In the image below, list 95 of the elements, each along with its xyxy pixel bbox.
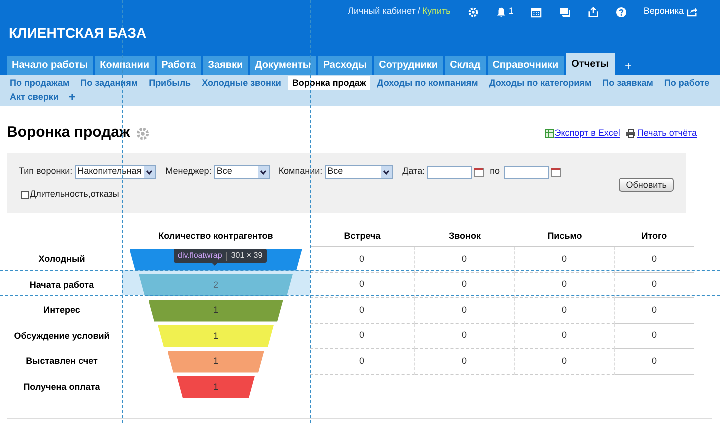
funnel-segment: 1 <box>168 350 264 373</box>
table-cell-text: 0 <box>652 329 657 342</box>
stage-label: Холодный <box>38 253 86 266</box>
table-cell-text: 0 <box>359 278 364 291</box>
table-cell-text: 0 <box>652 304 657 316</box>
nav-tab[interactable]: Расходы <box>318 56 372 75</box>
column-header: Звонок <box>449 231 481 241</box>
report-tab[interactable]: Доходы по компаниям <box>373 76 482 90</box>
column-header: Итого <box>642 231 668 241</box>
app-title: КЛИЕНТСКАЯ БАЗА <box>8 24 148 43</box>
table-cell-text: 0 <box>359 354 364 368</box>
printer-icon <box>626 129 636 138</box>
link-separator: / <box>418 5 420 18</box>
funnel-segment: 1 <box>148 300 284 322</box>
table-cell-text: 0 <box>359 329 364 342</box>
table-cell-text: 0 <box>462 278 467 291</box>
report-tab[interactable]: По работе <box>660 76 714 90</box>
nav-tab[interactable]: Склад <box>445 56 486 75</box>
funnel-type-select[interactable]: Накопительная <box>74 165 156 179</box>
table-cell-text: 0 <box>462 252 467 266</box>
stage-label: Обсуждение условий <box>14 330 110 343</box>
table-cell-text: 0 <box>359 252 364 266</box>
filter-label: Менеджер: <box>166 165 212 178</box>
logout-icon[interactable] <box>687 7 698 17</box>
refresh-button[interactable]: Обновить <box>619 178 674 192</box>
report-tab[interactable]: Доходы по категориям <box>485 76 596 90</box>
filter-label: по <box>490 165 500 178</box>
table-cell-text: 0 <box>652 252 657 266</box>
dropdown-icon <box>144 166 155 178</box>
column-header: Количество контрагентов <box>158 231 274 241</box>
funnel-segment: 2 <box>139 274 293 296</box>
companies-select[interactable]: Все <box>324 165 393 179</box>
nav-tab[interactable]: Сотрудники <box>374 56 444 75</box>
user-name[interactable]: Вероника <box>644 5 684 19</box>
chat-icon[interactable] <box>558 6 571 18</box>
checkbox[interactable] <box>21 190 29 199</box>
export-link[interactable]: Экспорт в Excel <box>554 126 620 140</box>
stage-label: Получена оплата <box>24 380 100 394</box>
account-link[interactable]: Личный кабинет <box>348 5 416 19</box>
table-cell-text: 0 <box>652 278 657 291</box>
table-cell-text: 0 <box>462 329 467 342</box>
report-tab[interactable]: Воронка продаж <box>288 76 370 90</box>
table-cell-text: 0 <box>562 354 567 368</box>
report-tab[interactable]: Акт сверки <box>6 90 63 104</box>
report-tab[interactable]: Холодные звонки <box>198 76 286 90</box>
stage-label: Выставлен счет <box>26 355 98 368</box>
nav-tab[interactable]: Справочники <box>488 56 564 75</box>
add-report-button[interactable]: + <box>66 90 79 104</box>
table-cell-text: 0 <box>562 329 567 342</box>
buy-link[interactable]: Купить <box>422 5 451 19</box>
print-link[interactable]: Печать отчёта <box>637 126 697 140</box>
column-header: Письмо <box>548 231 582 241</box>
nav-tab[interactable]: Документы <box>250 56 316 75</box>
date-to-field[interactable] <box>504 166 549 178</box>
column-header: Встреча <box>344 231 381 241</box>
funnel-segment: 1 <box>158 325 274 348</box>
add-tab-button[interactable]: + <box>617 56 640 75</box>
element-size: 301 × 39 <box>231 250 263 262</box>
stage-label: Начата работа <box>30 278 94 292</box>
table-cell-text: 0 <box>462 304 467 316</box>
settings-icon[interactable] <box>468 6 479 18</box>
report-tab[interactable]: По заявкам <box>598 76 658 90</box>
date-from-field[interactable] <box>427 166 472 178</box>
report-tab[interactable]: По заданиям <box>76 76 142 90</box>
table-cell-text: 0 <box>562 304 567 316</box>
spreadsheet-icon <box>544 129 554 138</box>
notification-count: 1 <box>508 5 514 18</box>
table-cell-text: 0 <box>462 354 467 368</box>
filter-label: Дата: <box>402 165 426 178</box>
table-cell-text: 0 <box>652 354 657 368</box>
dropdown-icon <box>380 166 392 178</box>
nav-tab[interactable]: Компании <box>95 56 155 75</box>
table-cell-text: 0 <box>562 278 567 291</box>
table-cell-text: 0 <box>562 252 567 266</box>
element-selector: div.floatwrap <box>178 250 222 262</box>
manager-select[interactable]: Все <box>214 165 270 179</box>
table-cell-text: 0 <box>359 304 364 316</box>
export-icon[interactable] <box>588 6 599 18</box>
report-tab[interactable]: Прибыль <box>145 76 196 90</box>
nav-tab[interactable]: Работа <box>156 56 202 75</box>
nav-tab[interactable]: Начало работы <box>7 56 94 75</box>
nav-tab[interactable]: Заявки <box>203 56 248 75</box>
bell-icon[interactable] <box>496 6 507 18</box>
dropdown-icon <box>258 166 269 178</box>
report-tab[interactable]: По продажам <box>6 76 74 90</box>
filter-label: Тип воронки: <box>19 165 73 178</box>
page-title: Воронка продаж <box>7 123 130 144</box>
nav-tab[interactable]: Отчеты <box>566 53 616 75</box>
calendar-icon[interactable] <box>550 168 561 176</box>
calendar-icon[interactable] <box>474 168 484 176</box>
help-icon[interactable] <box>616 6 627 18</box>
checkbox-label[interactable]: Длительность,отказы <box>30 188 120 202</box>
funnel-segment: 1 <box>177 376 255 398</box>
filter-label: Компании: <box>278 165 323 178</box>
stage-label: Интерес <box>44 304 80 317</box>
